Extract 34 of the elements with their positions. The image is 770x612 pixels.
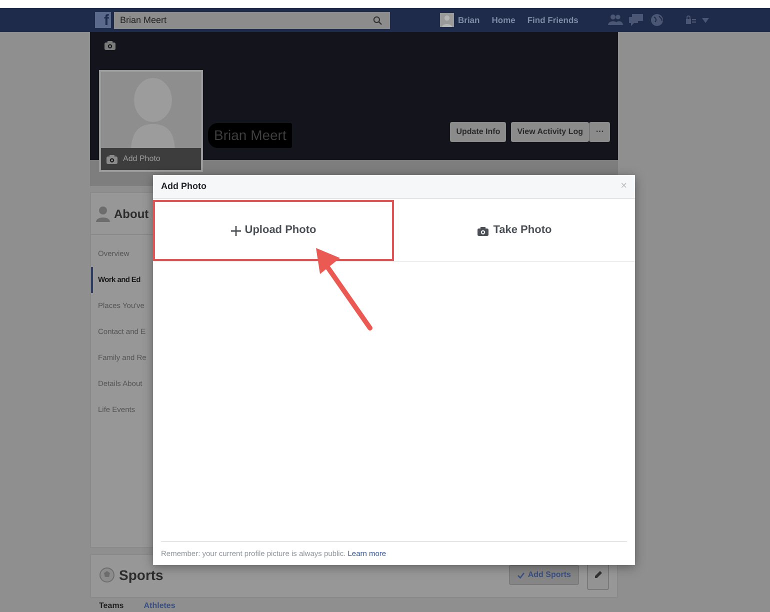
caret-icon[interactable] (702, 18, 710, 22)
search-icon (373, 16, 382, 24)
profile-name: Brian Meert (208, 123, 292, 148)
camera-icon[interactable] (104, 40, 116, 50)
user-link[interactable]: Brian (458, 14, 480, 26)
lock-icon[interactable] (685, 15, 698, 25)
sports-tab[interactable]: Teams (99, 601, 124, 610)
dialog-title: Add Photo (161, 180, 206, 193)
nav-link[interactable]: Find Friends (527, 14, 578, 26)
profile-picture[interactable]: Add Photo (99, 70, 203, 172)
camera-icon (477, 226, 490, 236)
nav-link[interactable]: Home (492, 14, 516, 26)
friends-icon[interactable] (608, 13, 624, 27)
photo-option-button[interactable]: Upload Photo (153, 200, 394, 261)
profile-button[interactable]: Update Info (450, 122, 506, 142)
messages-icon[interactable] (629, 13, 644, 27)
add-sports-button[interactable]: Add Sports (508, 565, 579, 585)
search-field[interactable]: Brian Meert (114, 12, 390, 28)
sports-title: Sports (119, 566, 164, 585)
ball-icon (99, 567, 115, 583)
add-photo-bar[interactable]: Add Photo (101, 148, 201, 170)
add-photo-label: Add Photo (123, 153, 160, 165)
profile-button[interactable]: View Activity Log (511, 122, 589, 142)
logo[interactable]: f (95, 12, 111, 28)
plus-icon (230, 226, 241, 236)
pencil-icon (594, 570, 602, 579)
avatar-icon[interactable] (440, 13, 454, 27)
camera-icon (106, 154, 118, 164)
about-title: About (114, 206, 149, 222)
sports-tab[interactable]: Athletes (144, 601, 176, 610)
more-button[interactable]: ··· (589, 122, 610, 142)
person-icon (96, 206, 110, 222)
check-icon (516, 572, 525, 578)
globe-icon[interactable] (650, 13, 666, 27)
